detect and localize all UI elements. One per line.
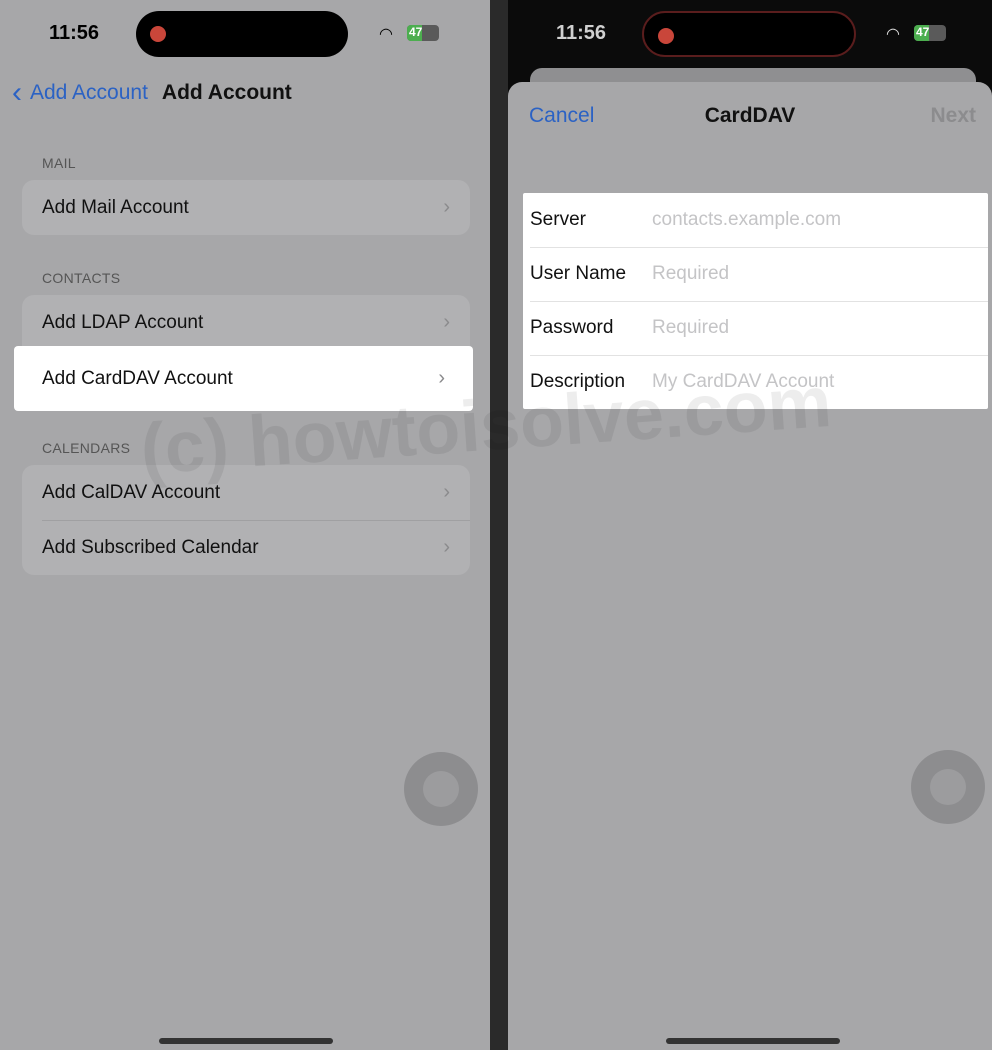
- next-button[interactable]: Next: [930, 104, 976, 128]
- server-row: Server: [523, 193, 988, 247]
- chevron-right-icon: ›: [443, 536, 450, 558]
- chevron-left-icon: ‹: [12, 76, 22, 109]
- chevron-right-icon: ›: [438, 367, 445, 389]
- battery-icon: 47: [914, 25, 946, 41]
- section-header-calendars: CALENDARS: [42, 440, 131, 456]
- assistive-touch-button[interactable]: [911, 750, 985, 824]
- section-header-mail: MAIL: [42, 155, 76, 171]
- mail-group: Add Mail Account ›: [22, 180, 470, 235]
- password-input[interactable]: [652, 317, 988, 339]
- wifi-icon: ◠: [886, 26, 900, 43]
- home-indicator[interactable]: [666, 1038, 840, 1044]
- password-row: Password: [523, 301, 988, 355]
- assistive-touch-button[interactable]: [404, 752, 478, 826]
- list-item-add-ldap-account[interactable]: Add LDAP Account ›: [22, 295, 470, 350]
- back-button[interactable]: ‹ Add Account: [12, 78, 148, 108]
- list-item-add-subscribed-calendar[interactable]: Add Subscribed Calendar ›: [22, 520, 470, 575]
- status-time: 11:56: [49, 22, 100, 44]
- carddav-sheet: Cancel CardDAV Next Server User Name Pas…: [508, 82, 992, 1050]
- dynamic-island: [136, 11, 348, 57]
- left-screen-add-account: 11:56 ◠ 47 ‹ Add Account Add Account MAIL…: [0, 0, 490, 1050]
- dynamic-island: [642, 11, 856, 57]
- back-label: Add Account: [30, 81, 148, 104]
- recording-indicator-icon: [658, 28, 674, 44]
- recording-indicator-icon: [150, 26, 166, 42]
- username-input[interactable]: [652, 263, 988, 285]
- list-item-add-mail-account[interactable]: Add Mail Account ›: [22, 180, 470, 235]
- wifi-icon: ◠: [379, 26, 393, 43]
- chevron-right-icon: ›: [443, 481, 450, 503]
- chevron-right-icon: ›: [443, 196, 450, 218]
- home-indicator[interactable]: [159, 1038, 333, 1044]
- chevron-right-icon: ›: [443, 311, 450, 333]
- username-row: User Name: [523, 247, 988, 301]
- right-screen-carddav: 11:56 ◠ 47 Cancel CardDAV Next Server Us…: [508, 0, 992, 1050]
- page-title: Add Account: [161, 81, 292, 104]
- section-header-contacts: CONTACTS: [42, 270, 121, 286]
- status-time: 11:56: [556, 22, 607, 44]
- navigation-bar: ‹ Add Account Add Account: [12, 78, 292, 108]
- server-input[interactable]: [652, 209, 988, 231]
- battery-icon: 47: [407, 25, 439, 41]
- cancel-button[interactable]: Cancel: [529, 104, 594, 128]
